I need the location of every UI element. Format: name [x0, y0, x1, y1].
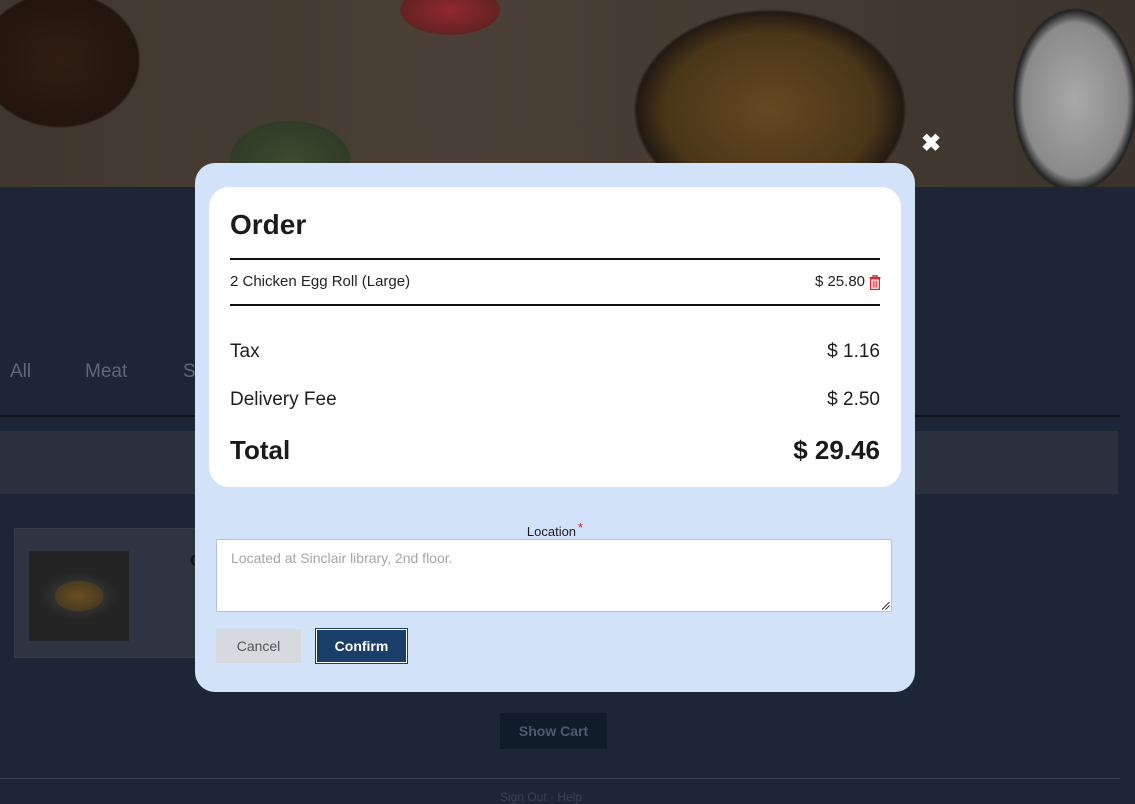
delivery-fee-value: $ 2.50: [827, 389, 880, 410]
hero-banner-image: [0, 0, 1135, 187]
order-item-name: 2 Chicken Egg Roll (Large): [230, 273, 411, 290]
filter-tab-all[interactable]: All: [10, 361, 31, 383]
menu-item-image: [29, 551, 129, 641]
filter-tab-meat[interactable]: Meat: [85, 361, 127, 383]
location-input[interactable]: [216, 539, 892, 612]
total-value: $ 29.46: [793, 435, 880, 465]
tax-value: $ 1.16: [827, 341, 880, 362]
cancel-button[interactable]: Cancel: [216, 629, 301, 663]
required-mark: *: [578, 520, 584, 535]
show-cart-button[interactable]: Show Cart: [500, 713, 607, 749]
footer-links: Sign Out · Help: [500, 790, 583, 804]
confirm-button[interactable]: Confirm: [315, 628, 408, 664]
order-title: Order: [230, 209, 307, 240]
trash-icon[interactable]: [869, 275, 881, 290]
divider: [230, 258, 880, 260]
delivery-fee-label: Delivery Fee: [230, 389, 337, 410]
location-label-text: Location: [526, 524, 577, 539]
location-label: Location *: [195, 520, 915, 539]
total-label: Total: [230, 435, 291, 465]
order-item-price: $ 25.80: [814, 273, 865, 290]
resize-grip-icon[interactable]: [881, 601, 890, 610]
footer-divider: [0, 778, 1120, 779]
order-modal: Order 2 Chicken Egg Roll (Large) $ 25.80…: [195, 163, 915, 692]
order-summary-card: Order 2 Chicken Egg Roll (Large) $ 25.80…: [209, 187, 901, 487]
close-icon[interactable]: ✖: [918, 131, 944, 157]
tax-label: Tax: [230, 341, 260, 362]
divider: [230, 304, 880, 306]
filter-tab-partial[interactable]: S: [183, 361, 196, 383]
